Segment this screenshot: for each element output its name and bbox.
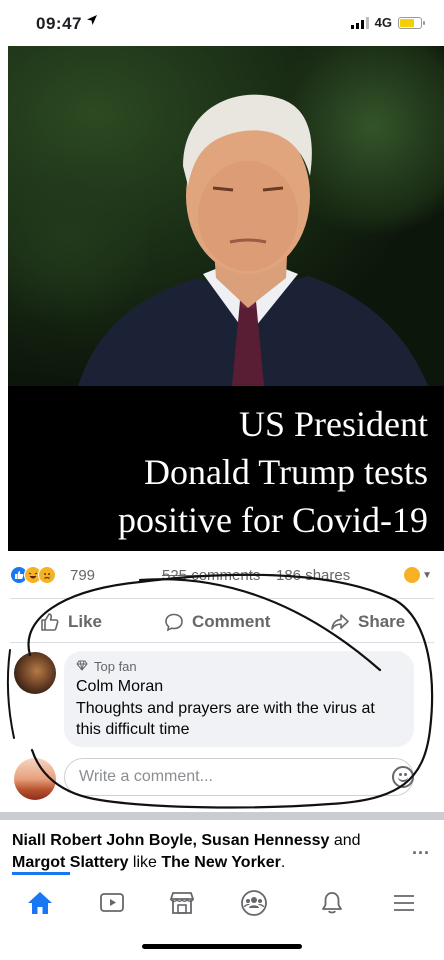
comment-button[interactable]: Comment: [164, 612, 270, 632]
home-icon[interactable]: [20, 888, 60, 918]
friends-like-notice[interactable]: Niall Robert John Boyle, Susan Hennessy …: [12, 830, 392, 874]
portrait-photo: [8, 46, 444, 386]
shares-count[interactable]: 186 shares: [276, 567, 350, 584]
like-button[interactable]: Like: [40, 612, 102, 632]
divider: [10, 642, 434, 643]
emoji-icon[interactable]: [392, 766, 414, 788]
comment-bubble-icon: [164, 612, 184, 632]
avatar: [404, 567, 421, 583]
page-name[interactable]: The New Yorker: [161, 854, 280, 871]
divider: [10, 598, 434, 599]
reaction-count[interactable]: 799: [70, 567, 95, 584]
chevron-down-icon: ▼: [422, 569, 432, 581]
image-caption: US President Donald Trump tests positive…: [8, 400, 428, 544]
diamond-icon: [76, 659, 88, 674]
active-tab-indicator: [12, 872, 70, 875]
signal-bars-icon: [350, 16, 369, 29]
status-time: 09:47: [36, 14, 82, 33]
marketplace-icon[interactable]: [162, 888, 202, 918]
reaction-selector[interactable]: ▼: [404, 567, 432, 583]
share-button[interactable]: Share: [330, 612, 405, 632]
caption-box: US President Donald Trump tests positive…: [8, 386, 444, 551]
battery-icon: [398, 16, 425, 29]
comment-label: Comment: [192, 612, 271, 631]
caption-line-2: Donald Trump tests: [143, 452, 428, 492]
top-fan-badge: Top fan: [76, 659, 402, 674]
post-image[interactable]: US President Donald Trump tests positive…: [8, 46, 444, 551]
groups-icon[interactable]: [234, 888, 274, 918]
post-action-bar: Like Comment Share: [0, 606, 444, 640]
friend-names[interactable]: Niall Robert John Boyle, Susan Hennessy: [12, 832, 329, 849]
and-text: and: [329, 832, 361, 849]
comments-count[interactable]: 525 comments: [162, 567, 260, 584]
share-arrow-icon: [330, 612, 350, 632]
comment-author[interactable]: Colm Moran: [76, 678, 402, 696]
status-bar: 09:47 4G: [0, 0, 444, 46]
period: .: [280, 854, 286, 871]
reactions-row: 799 525 comments 186 shares ▼: [10, 566, 434, 588]
top-fan-label: Top fan: [94, 659, 137, 674]
comment-text: Thoughts and prayers are with the virus …: [76, 700, 375, 738]
location-arrow-icon: [86, 14, 98, 29]
write-comment-input[interactable]: [64, 758, 414, 796]
share-label: Share: [358, 612, 406, 631]
caption-line-3: positive for Covid-19: [118, 500, 428, 540]
sad-reaction-icon: [38, 566, 56, 584]
home-indicator[interactable]: [142, 944, 302, 949]
notifications-icon[interactable]: [312, 888, 352, 918]
like-text: like: [128, 854, 162, 871]
caption-line-1: US President: [239, 404, 428, 444]
reaction-icons[interactable]: [10, 566, 56, 584]
menu-icon[interactable]: [384, 888, 424, 918]
more-options-button[interactable]: ...: [412, 838, 430, 859]
user-avatar[interactable]: [14, 758, 56, 800]
friend-names-2[interactable]: Margot Slattery: [12, 854, 128, 871]
commenter-avatar[interactable]: [14, 652, 56, 694]
like-label: Like: [68, 612, 103, 631]
watch-icon[interactable]: [92, 888, 132, 918]
comment-bubble[interactable]: Top fan Colm Moran Thoughts and prayers …: [64, 651, 414, 747]
thumbs-up-icon: [40, 612, 60, 632]
status-indicators: 4G: [350, 15, 425, 30]
network-type: 4G: [374, 15, 392, 30]
bottom-navigation: [0, 880, 444, 926]
feed-separator: [0, 812, 444, 820]
